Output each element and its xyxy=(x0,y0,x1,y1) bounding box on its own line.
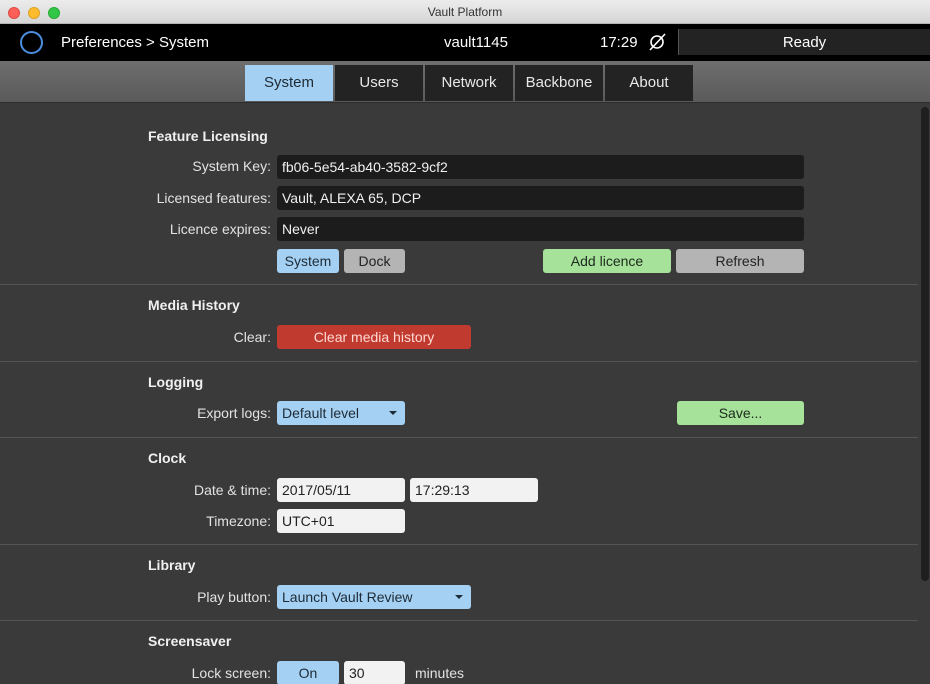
play-button-value: Launch Vault Review xyxy=(282,589,413,605)
hostname: vault1145 xyxy=(444,34,508,51)
clock-section: Clock Date & time: 2017/05/11 17:29:13 T… xyxy=(0,438,918,545)
lock-screen-toggle[interactable]: On xyxy=(277,661,339,684)
breadcrumb: Preferences > System xyxy=(61,34,209,51)
minutes-unit-label: minutes xyxy=(415,665,465,681)
status-display: Ready xyxy=(678,29,930,55)
date-field[interactable]: 2017/05/11 xyxy=(277,478,405,502)
timezone-field[interactable]: UTC+01 xyxy=(277,509,405,533)
system-key-field[interactable]: fb06-5e54-ab40-3582-9cf2 xyxy=(277,155,804,179)
play-button-select[interactable]: Launch Vault Review xyxy=(277,585,471,609)
tab-about[interactable]: About xyxy=(605,65,693,101)
ring-logo-icon[interactable] xyxy=(20,31,43,54)
add-licence-button[interactable]: Add licence xyxy=(543,249,671,273)
status-text: Ready xyxy=(782,34,827,51)
refresh-button[interactable]: Refresh xyxy=(676,249,804,273)
logging-section: Logging Export logs: Default level Save.… xyxy=(0,362,918,438)
licence-expires-label: Licence expires: xyxy=(169,221,271,237)
play-button-label: Play button: xyxy=(197,589,271,605)
time-field[interactable]: 17:29:13 xyxy=(410,478,538,502)
tab-network[interactable]: Network xyxy=(425,65,513,101)
log-level-select[interactable]: Default level xyxy=(277,401,405,425)
section-title: Feature Licensing xyxy=(148,128,268,144)
app-header: Preferences > System vault1145 17:29 Rea… xyxy=(0,24,930,61)
section-title: Media History xyxy=(148,297,240,313)
licensed-features-label: Licensed features: xyxy=(156,190,271,206)
screensaver-section: Screensaver Lock screen: On 30 minutes xyxy=(0,621,918,684)
tab-system[interactable]: System xyxy=(245,65,333,101)
date-time-label: Date & time: xyxy=(193,482,271,498)
section-title: Library xyxy=(148,557,196,573)
lock-minutes-field[interactable]: 30 xyxy=(344,661,405,684)
window-title: Vault Platform xyxy=(427,5,503,19)
clear-label: Clear: xyxy=(233,329,271,345)
section-title: Logging xyxy=(148,374,204,390)
licence-expires-field[interactable]: Never xyxy=(277,217,804,241)
system-key-label: System Key: xyxy=(192,158,271,174)
library-section: Library Play button: Launch Vault Review xyxy=(0,545,918,621)
sync-disabled-icon[interactable] xyxy=(646,31,668,53)
tab-bar: System Users Network Backbone About xyxy=(0,61,930,103)
licensed-features-field[interactable]: Vault, ALEXA 65, DCP xyxy=(277,186,804,210)
system-toggle-button[interactable]: System xyxy=(277,249,339,273)
section-title: Clock xyxy=(148,450,187,466)
clear-media-history-button[interactable]: Clear media history xyxy=(277,325,471,349)
header-clock: 17:29 xyxy=(600,34,638,51)
tab-backbone[interactable]: Backbone xyxy=(515,65,603,101)
log-level-value: Default level xyxy=(282,405,360,421)
dock-toggle-button[interactable]: Dock xyxy=(344,249,405,273)
lock-screen-label: Lock screen: xyxy=(191,665,271,681)
chevron-down-icon xyxy=(455,595,463,599)
timezone-label: Timezone: xyxy=(206,513,271,529)
scrollbar-thumb[interactable] xyxy=(921,107,929,581)
chevron-down-icon xyxy=(389,411,397,415)
save-logs-button[interactable]: Save... xyxy=(677,401,804,425)
window-title-bar: Vault Platform xyxy=(0,0,930,24)
media-history-section: Media History Clear: Clear media history xyxy=(0,285,918,362)
export-logs-label: Export logs: xyxy=(197,405,271,421)
feature-licensing-section: Feature Licensing System Key: fb06-5e54-… xyxy=(0,103,918,285)
tab-users[interactable]: Users xyxy=(335,65,423,101)
section-title: Screensaver xyxy=(148,633,232,649)
